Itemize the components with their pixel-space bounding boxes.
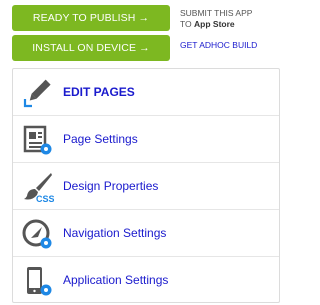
menu-item-label: EDIT PAGES xyxy=(63,85,135,99)
menu-item-application-settings[interactable]: Application Settings xyxy=(13,257,279,302)
menu-item-label: Design Properties xyxy=(63,179,159,193)
menu-item-edit-pages[interactable]: EDIT PAGES xyxy=(13,69,279,116)
menu-item-design-properties[interactable]: CSS Design Properties xyxy=(13,163,279,210)
menu-item-navigation-settings[interactable]: Navigation Settings xyxy=(13,210,279,257)
svg-text:CSS: CSS xyxy=(36,194,54,203)
css-brush-icon: CSS xyxy=(24,173,54,203)
ready-to-publish-button[interactable]: READY TO PUBLISH → xyxy=(12,5,170,31)
menu-item-label: Navigation Settings xyxy=(63,226,167,240)
install-on-device-button[interactable]: INSTALL ON DEVICE → xyxy=(12,35,170,61)
device-settings-icon xyxy=(27,267,52,296)
app-panel: READY TO PUBLISH → INSTALL ON DEVICE → S… xyxy=(0,0,287,305)
get-adhoc-build-link[interactable]: GET ADHOC BUILD xyxy=(180,40,257,51)
settings-menu: EDIT PAGES Page Settings CSS Design Prop xyxy=(12,68,280,303)
menu-item-page-settings[interactable]: Page Settings xyxy=(13,116,279,163)
menu-item-label: Page Settings xyxy=(63,132,138,146)
pencil-icon xyxy=(23,79,51,108)
navigation-gear-icon xyxy=(22,219,52,249)
submit-app-store-text[interactable]: SUBMIT THIS APP TO App Store xyxy=(180,8,252,30)
submit-line-1: SUBMIT THIS APP xyxy=(180,8,253,18)
page-settings-icon xyxy=(23,125,52,155)
menu-item-label: Application Settings xyxy=(63,273,169,287)
submit-line-2: TO App Store xyxy=(180,19,235,29)
